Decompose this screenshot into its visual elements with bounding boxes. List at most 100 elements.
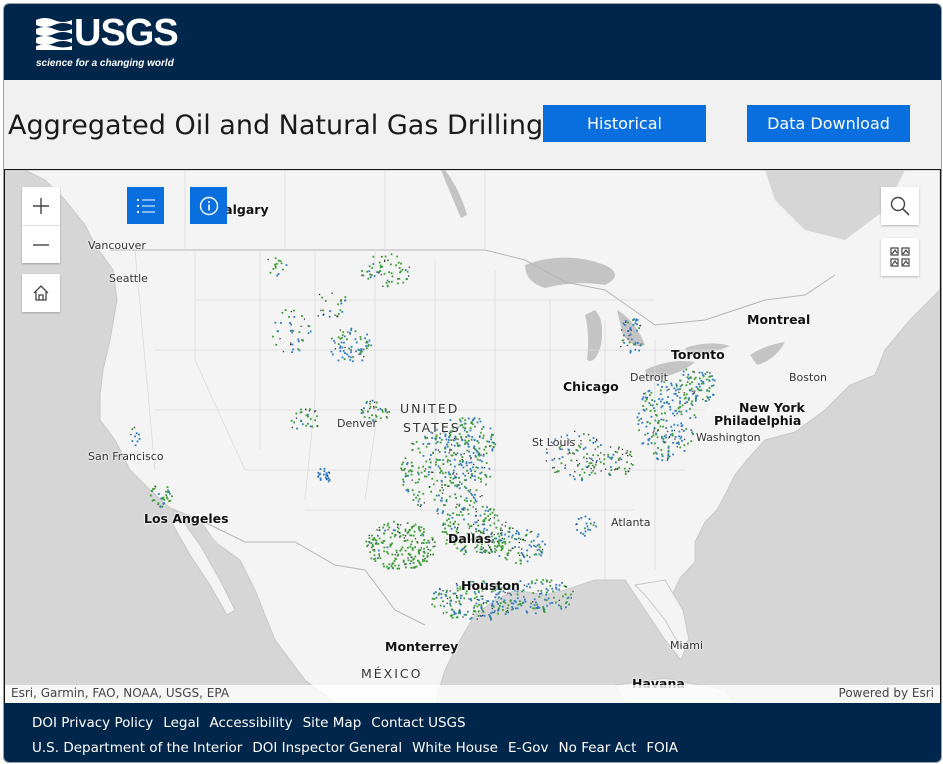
well-point [529,586,531,589]
well-point [657,447,659,449]
well-point [474,547,476,549]
well-point [417,471,419,474]
well-point [626,461,628,464]
well-point [435,596,438,599]
well-point [578,444,580,447]
well-point [480,454,482,456]
search-button[interactable] [881,187,919,225]
footer-link[interactable]: DOI Inspector General [252,740,402,756]
info-button[interactable] [190,187,227,224]
footer-link[interactable]: White House [412,740,498,756]
well-point [397,553,400,556]
well-point [344,299,346,302]
well-point [440,480,443,482]
well-point [607,453,610,456]
well-point [590,458,593,460]
zoom-in-button[interactable] [22,187,60,225]
well-point [414,538,417,540]
footer-link[interactable]: No Fear Act [559,740,637,756]
well-point [444,476,447,478]
footer-link[interactable]: U.S. Department of the Interior [32,740,242,756]
well-point [300,325,302,327]
well-point [493,522,496,525]
well-point [396,567,399,570]
well-point [522,538,524,540]
well-point [539,546,541,549]
well-point [481,495,483,497]
legend-button[interactable] [127,187,164,224]
well-point [447,459,449,461]
well-point [432,471,434,473]
data-download-button[interactable]: Data Download [747,105,910,142]
well-point [516,593,519,596]
well-point [481,505,484,508]
well-point [655,432,657,435]
well-point [387,259,389,262]
well-point [509,526,511,529]
well-point [363,356,365,358]
map-view[interactable]: Calgary Vancouver Seattle Montreal Toron… [4,169,941,704]
well-point [309,425,312,428]
usgs-logo[interactable]: USGS science for a changing world [36,12,179,69]
well-point [279,260,282,262]
well-point [653,452,655,455]
well-point [710,385,713,387]
footer-link[interactable]: Site Map [303,715,362,731]
well-point [301,423,304,426]
well-point [368,537,371,539]
well-point [475,602,478,605]
well-point [482,454,485,457]
well-point [470,470,472,472]
historical-button[interactable]: Historical [543,105,706,142]
map-attribution[interactable]: Esri, Garmin, FAO, NOAA, USGS, EPA [11,686,229,700]
well-point [458,600,461,603]
footer-link[interactable]: DOI Privacy Policy [32,715,153,731]
well-point [685,428,688,430]
well-point [472,613,474,615]
footer-link[interactable]: Accessibility [209,715,292,731]
well-point [379,266,382,269]
well-point [414,481,417,484]
well-point [527,583,530,585]
well-point [414,523,417,526]
powered-by-esri[interactable]: Powered by Esri [839,686,934,700]
well-point [457,526,459,529]
footer-link[interactable]: FOIA [646,740,678,756]
well-point [457,445,459,447]
well-point [350,327,353,330]
well-point [586,453,589,455]
footer-link[interactable]: Legal [163,715,199,731]
well-point [491,433,493,436]
well-point [614,451,616,453]
well-point [610,458,613,460]
well-point [697,388,700,391]
footer-link[interactable]: E-Gov [508,740,549,756]
well-point [547,589,549,592]
well-point [506,607,509,610]
well-point [390,253,393,256]
zoom-out-button[interactable] [22,225,60,264]
well-point [674,438,676,440]
well-point [445,591,448,594]
basemap-gallery-button[interactable] [881,238,919,276]
well-point [508,531,511,533]
well-point [161,505,164,508]
well-point [372,549,374,551]
home-button[interactable] [22,274,60,312]
well-point [151,499,154,502]
well-point [395,549,398,552]
well-point [478,453,481,456]
well-point [463,518,465,521]
well-point [372,255,375,258]
well-point [334,314,336,316]
well-point [503,540,505,543]
well-point [438,437,441,439]
well-point [529,606,532,608]
well-point [447,441,450,444]
well-point [475,511,478,513]
well-point [290,329,293,332]
footer-link[interactable]: Contact USGS [371,715,465,731]
well-point [660,453,663,456]
well-point [427,443,429,445]
well-point [456,589,459,592]
